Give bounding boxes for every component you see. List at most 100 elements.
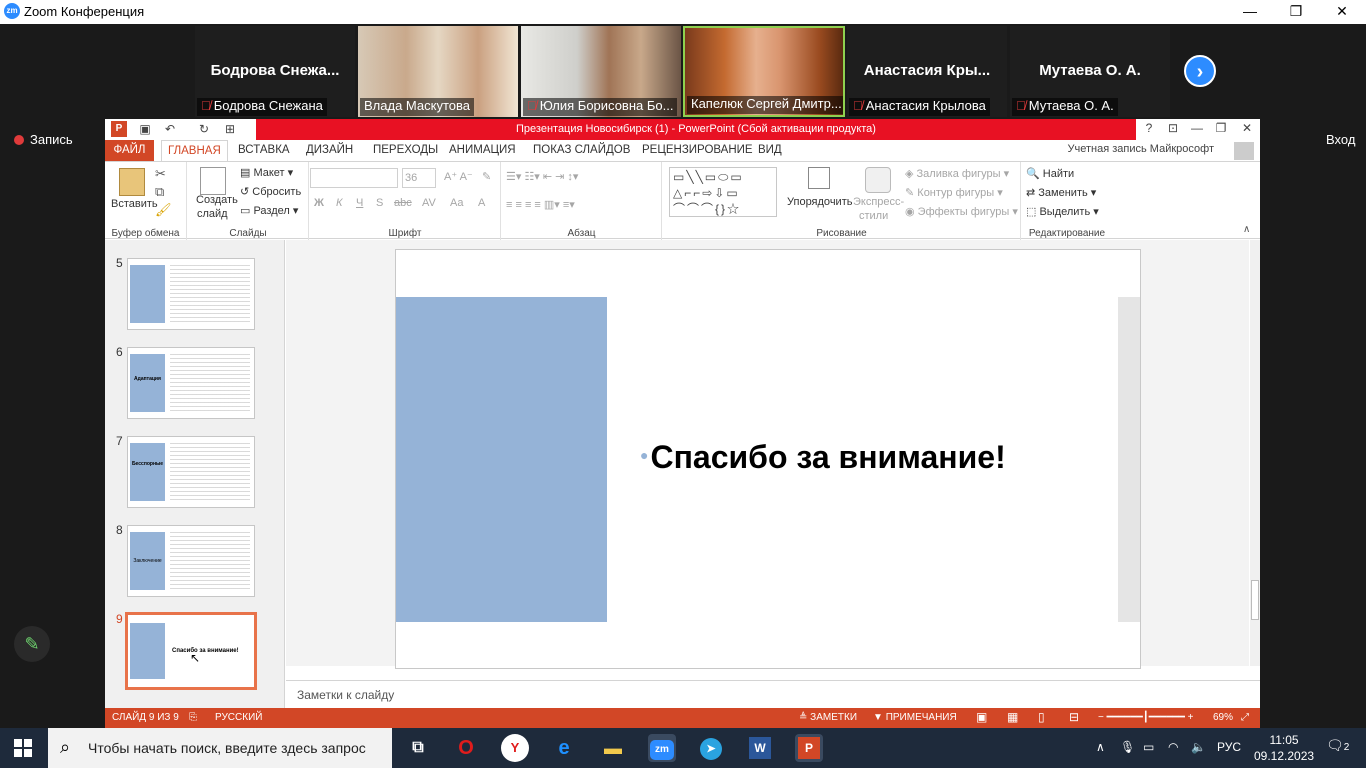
tab-slideshow[interactable]: ПОКАЗ СЛАЙДОВ [527, 140, 636, 161]
format-painter-icon[interactable]: 🖌 [155, 202, 172, 218]
login-link[interactable]: Вход [1326, 132, 1355, 147]
tab-file[interactable]: ФАЙЛ [105, 140, 154, 161]
slide-thumbnail[interactable] [127, 258, 255, 330]
help-icon[interactable]: ? [1138, 121, 1160, 135]
bullets-icon[interactable]: ☰▾ ☷▾ ⇤ ⇥ ↕▾ [506, 170, 578, 183]
new-slide-icon[interactable] [200, 167, 226, 195]
tab-review[interactable]: РЕЦЕНЗИРОВАНИЕ [636, 140, 759, 161]
telegram-icon[interactable]: ➤ [697, 734, 725, 762]
battery-icon[interactable]: ▭ [1143, 740, 1154, 754]
input-language[interactable]: РУС [1217, 740, 1241, 754]
show-hidden-icons-icon[interactable]: ∧ [1096, 740, 1105, 754]
taskbar-search[interactable]: ⌕ Чтобы начать поиск, введите здесь запр… [48, 728, 392, 768]
normal-view-icon[interactable]: ▣ [976, 710, 987, 724]
notes-placeholder[interactable]: Заметки к слайду [297, 688, 394, 702]
replace-button[interactable]: ⇄ Заменить ▾ [1026, 186, 1096, 199]
yandex-browser-icon[interactable]: Y [501, 734, 529, 762]
bold-button[interactable]: Ж [314, 197, 324, 209]
opera-icon[interactable]: O [452, 734, 480, 762]
select-button[interactable]: ⬚ Выделить ▾ [1026, 205, 1099, 218]
shape-effects-button[interactable]: ◉ Эффекты фигуры ▾ [905, 205, 1018, 218]
font-color-button[interactable]: A [478, 197, 485, 209]
slide-title-textbox[interactable]: ●Спасибо за внимание! [640, 439, 1006, 476]
reset-button[interactable]: ↺ Сбросить [240, 185, 301, 198]
arrange-icon[interactable] [808, 167, 830, 189]
next-participants-arrow-icon[interactable]: › [1184, 55, 1216, 87]
slideshow-view-icon[interactable]: ⊟ [1069, 710, 1079, 724]
volume-icon[interactable]: 🔈 [1191, 740, 1206, 754]
current-slide[interactable]: ●Спасибо за внимание! [395, 249, 1141, 669]
task-view-icon[interactable]: ⧉ [404, 734, 432, 762]
zoom-app-icon[interactable]: zm [648, 734, 676, 762]
quick-styles-icon[interactable] [865, 167, 891, 193]
font-name-select[interactable] [310, 168, 398, 188]
language-label[interactable]: РУССКИЙ [215, 712, 262, 723]
powerpoint-icon[interactable]: P [795, 734, 823, 762]
quick-styles-button-label2[interactable]: стили [859, 210, 888, 222]
recording-indicator[interactable]: Запись [14, 132, 73, 147]
layout-button[interactable]: ▤ Макет ▾ [240, 166, 293, 179]
notifications-icon[interactable]: 🗨2 [1326, 737, 1349, 754]
tab-home[interactable]: ГЛАВНАЯ [161, 140, 228, 161]
underline-button[interactable]: Ч [356, 197, 363, 209]
shadow-button[interactable]: S [376, 197, 383, 209]
zoom-slider[interactable]: − ━━━━━━┃━━━━━━ + [1098, 712, 1194, 723]
windows-start-icon[interactable] [14, 739, 32, 757]
undo-icon[interactable]: ↶ [161, 121, 179, 138]
spellcheck-icon[interactable]: ⎘ [189, 712, 197, 723]
reading-view-icon[interactable]: ▯ [1038, 710, 1045, 724]
redo-icon[interactable]: ↻ [195, 121, 213, 138]
font-size-select[interactable]: 36 [402, 168, 436, 188]
slide-thumbnail[interactable]: Заключение [127, 525, 255, 597]
tab-insert[interactable]: ВСТАВКА [232, 140, 296, 161]
maximize-icon[interactable]: ❐ [1276, 2, 1316, 22]
search-input[interactable]: Чтобы начать поиск, введите здесь запрос [88, 740, 366, 756]
char-spacing-button[interactable]: AV [422, 197, 436, 209]
slide-thumbnail[interactable]: Адаптация [127, 347, 255, 419]
avatar[interactable] [1234, 142, 1254, 160]
section-button[interactable]: ▭ Раздел ▾ [240, 204, 298, 217]
zoom-level[interactable]: 69% [1213, 712, 1233, 723]
participant-tile[interactable]: Анастасия Кры... 🎙̸ Анастасия Крылова [847, 26, 1007, 117]
find-button[interactable]: 🔍 Найти [1026, 167, 1074, 180]
ribbon-display-icon[interactable]: ⊡ [1162, 121, 1184, 135]
notes-toggle[interactable]: ≜ ЗАМЕТКИ [799, 712, 857, 723]
minimize-button[interactable]: — [1230, 2, 1270, 22]
comments-toggle[interactable]: ▼ ПРИМЕЧАНИЯ [873, 712, 957, 723]
microphone-icon[interactable]: 🎙 [1120, 740, 1135, 754]
participant-tile[interactable]: Мутаева О. А. 🎙̸ Мутаева О. А. [1010, 26, 1170, 117]
participant-tile[interactable]: Бодрова Снежа... 🎙̸ Бодрова Снежана [195, 26, 355, 117]
tab-view[interactable]: ВИД [752, 140, 788, 161]
new-slide-button[interactable]: Создать [196, 194, 238, 206]
file-explorer-icon[interactable]: ▬ [599, 734, 627, 762]
restore-icon[interactable]: ❐ [1210, 121, 1232, 135]
start-slideshow-icon[interactable]: ⊞ [221, 121, 239, 138]
quick-styles-button[interactable]: Экспресс- [853, 196, 904, 208]
tab-animations[interactable]: АНИМАЦИЯ [443, 140, 522, 161]
grow-font-icon[interactable]: A⁺ A⁻ [444, 170, 473, 183]
minimize-button[interactable]: — [1186, 121, 1208, 135]
slide-thumbnail-selected[interactable]: Спасибо за внимание! ↖ [125, 612, 257, 690]
italic-button[interactable]: К [336, 197, 342, 209]
slide-vertical-scrollbar[interactable] [1250, 240, 1260, 666]
shapes-gallery[interactable]: ▭╲╲▭⬭▭ △⌐⌐⇨⇩▭ ⌒⌒⌒{}☆ [669, 167, 777, 217]
paste-button[interactable]: Вставить [111, 198, 158, 210]
change-case-button[interactable]: Aa [450, 197, 463, 209]
shape-outline-button[interactable]: ✎ Контур фигуры ▾ [905, 186, 1003, 199]
participant-tile[interactable]: 🎙̸ Юлия Борисовна Бо... [521, 26, 681, 117]
close-button[interactable]: ✕ [1322, 2, 1362, 22]
tab-design[interactable]: ДИЗАЙН [300, 140, 359, 161]
cut-icon[interactable]: ✂ [155, 166, 166, 182]
participant-tile-active-speaker[interactable]: Капелюк Сергей Дмитр... [683, 26, 845, 117]
clear-format-icon[interactable]: ✎ [482, 170, 491, 183]
tab-transitions[interactable]: ПЕРЕХОДЫ [367, 140, 444, 161]
copy-icon[interactable]: ⧉ [155, 184, 164, 200]
participant-tile[interactable]: Влада Маскутова [358, 26, 518, 117]
new-slide-button-label2[interactable]: слайд [197, 208, 228, 220]
collapse-ribbon-icon[interactable]: ∧ [1243, 224, 1250, 235]
annotate-pen-icon[interactable]: ✎ [14, 626, 50, 662]
slide-thumbnail[interactable]: Бесспорные [127, 436, 255, 508]
paste-icon[interactable] [119, 168, 145, 196]
strikethrough-button[interactable]: abc [394, 197, 412, 209]
close-button[interactable]: ✕ [1236, 121, 1258, 135]
